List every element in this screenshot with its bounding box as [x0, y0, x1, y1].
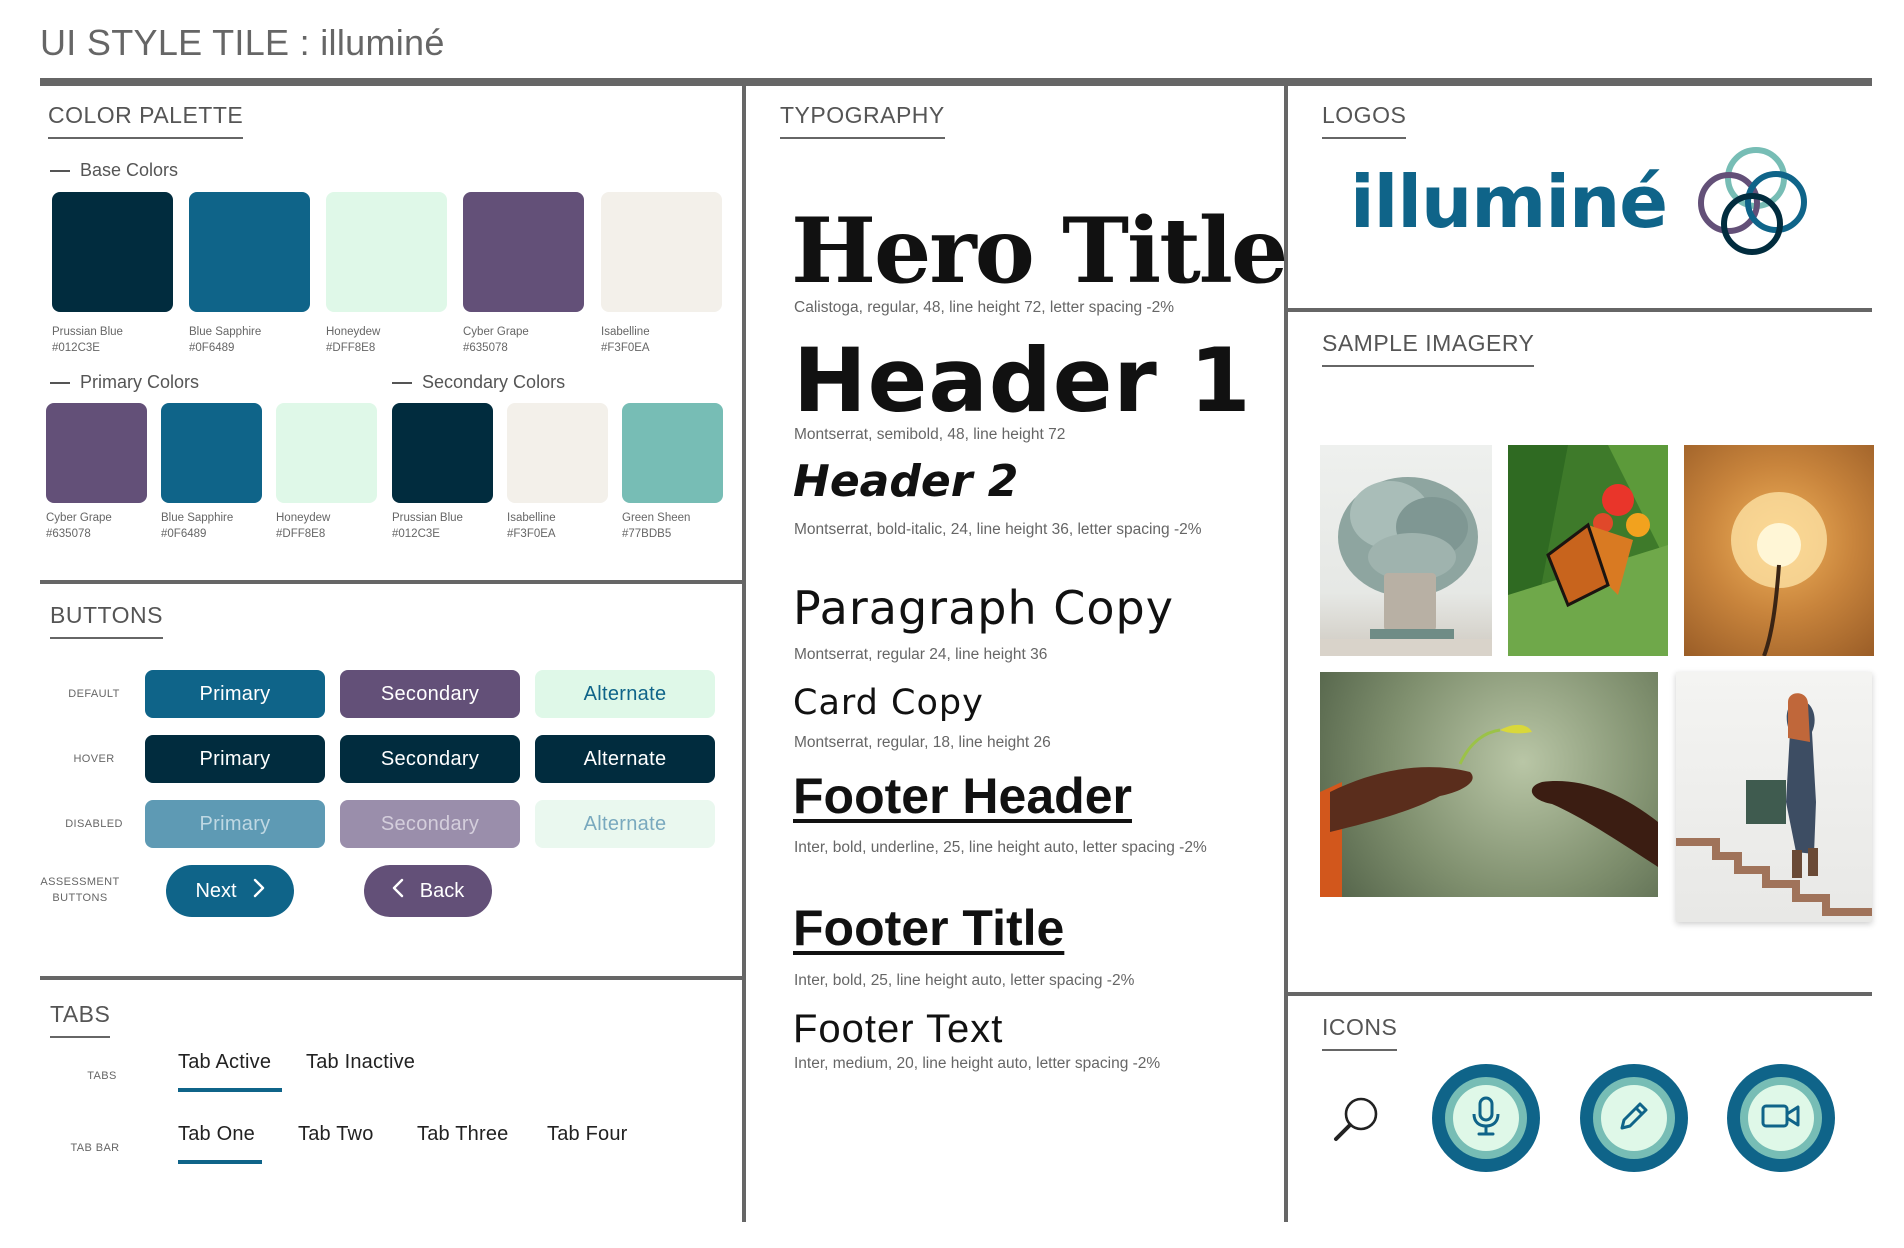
header-1-desc: Montserrat, semibold, 48, line height 72: [794, 426, 1066, 443]
swatch-label: Honeydew #DFF8E8: [326, 326, 381, 354]
chevron-left-icon: [392, 878, 404, 904]
row-divider-logos: [1288, 308, 1872, 312]
footer-title-desc: Inter, bold, 25, line height auto, lette…: [794, 972, 1135, 989]
primary-button-disabled: Primary: [145, 800, 325, 848]
hero-title-desc: Calistoga, regular, 48, line height 72, …: [794, 299, 1174, 316]
tab-one-indicator: [178, 1160, 262, 1164]
footer-header-sample: Footer Header: [793, 768, 1132, 824]
swatch-blue-sapphire: [161, 403, 262, 503]
pencil-icon: [1616, 1098, 1652, 1139]
search-icon[interactable]: [1330, 1094, 1382, 1146]
dandelion-photo: [1684, 445, 1874, 656]
title-divider: [40, 78, 1872, 86]
secondary-colors-heading: Secondary Colors: [392, 372, 565, 393]
logo-wordmark: illuminé: [1350, 160, 1668, 244]
hands-photo: [1320, 672, 1658, 897]
section-title-buttons: BUTTONS: [50, 602, 163, 639]
section-title-color-palette: COLOR PALETTE: [48, 102, 244, 139]
footer-title-sample: Footer Title: [793, 900, 1065, 956]
paragraph-copy-desc: Montserrat, regular 24, line height 36: [794, 646, 1048, 663]
section-title-tabs: TABS: [50, 1001, 111, 1038]
header-2-desc: Montserrat, bold-italic, 24, line height…: [794, 521, 1202, 538]
swatch-green-sheen: [622, 403, 723, 503]
row-divider-imagery: [1288, 992, 1872, 996]
section-title-sample-imagery: SAMPLE IMAGERY: [1322, 330, 1535, 367]
swatch-label: Blue Sapphire #0F6489: [161, 512, 234, 540]
next-label: Next: [195, 879, 237, 902]
tabs-row-label: TABS: [87, 1070, 117, 1082]
base-colors-heading: Base Colors: [50, 160, 178, 181]
tab-active-indicator: [178, 1088, 282, 1092]
swatch-prussian-blue: [52, 192, 173, 312]
tab-inactive[interactable]: Tab Inactive: [306, 1051, 415, 1074]
section-title-typography: TYPOGRAPHY: [780, 102, 945, 139]
swatch-prussian-blue: [392, 403, 493, 503]
row-divider-palette: [40, 580, 742, 584]
swatch-label: Blue Sapphire #0F6489: [189, 326, 262, 354]
state-label-assessment: ASSESSMENT BUTTONS: [40, 876, 120, 904]
tab-active[interactable]: Tab Active: [178, 1051, 271, 1074]
woman-photo: [1676, 672, 1872, 922]
video-camera-button[interactable]: [1727, 1064, 1835, 1172]
back-label: Back: [419, 879, 465, 902]
state-label-disabled: DISABLED: [65, 818, 123, 830]
primary-button-hover[interactable]: Primary: [145, 735, 325, 783]
alternate-button-default[interactable]: Alternate: [535, 670, 715, 718]
next-button[interactable]: Next: [166, 865, 294, 917]
swatch-honeydew: [326, 192, 447, 312]
logo-mark: [1694, 140, 1814, 258]
video-camera-icon: [1761, 1102, 1801, 1135]
secondary-button-default[interactable]: Secondary: [340, 670, 520, 718]
card-copy-desc: Montserrat, regular, 18, line height 26: [794, 734, 1051, 751]
swatch-isabelline: [507, 403, 608, 503]
state-label-default: DEFAULT: [68, 688, 120, 700]
tab-two[interactable]: Tab Two: [298, 1123, 374, 1146]
pencil-button[interactable]: [1580, 1064, 1688, 1172]
hero-title-sample: Hero Title: [791, 198, 1288, 304]
swatch-cyber-grape: [46, 403, 147, 503]
plant-photo: [1320, 445, 1492, 656]
swatch-label: Prussian Blue #012C3E: [52, 326, 123, 354]
swatch-honeydew: [276, 403, 377, 503]
secondary-button-disabled: Secondary: [340, 800, 520, 848]
row-divider-buttons: [40, 976, 742, 980]
tab-one[interactable]: Tab One: [178, 1123, 255, 1146]
microphone-icon: [1469, 1096, 1503, 1141]
swatch-blue-sapphire: [189, 192, 310, 312]
card-copy-sample: Card Copy: [793, 683, 984, 723]
swatch-isabelline: [601, 192, 722, 312]
alternate-button-disabled: Alternate: [535, 800, 715, 848]
swatch-label: Cyber Grape #635078: [46, 512, 112, 540]
primary-colors-heading: Primary Colors: [50, 372, 199, 393]
tab-three[interactable]: Tab Three: [417, 1123, 509, 1146]
swatch-label: Isabelline #F3F0EA: [507, 512, 556, 540]
swatch-label: Isabelline #F3F0EA: [601, 326, 650, 354]
section-title-logos: LOGOS: [1322, 102, 1407, 139]
footer-header-desc: Inter, bold, underline, 25, line height …: [794, 839, 1207, 856]
swatch-label: Honeydew #DFF8E8: [276, 512, 331, 540]
header-2-sample: Header 2: [793, 456, 1019, 507]
column-divider-left: [742, 86, 746, 1222]
page-title: UI STYLE TILE : illuminé: [40, 22, 445, 63]
alternate-button-hover[interactable]: Alternate: [535, 735, 715, 783]
swatch-label: Prussian Blue #012C3E: [392, 512, 463, 540]
chevron-right-icon: [253, 878, 265, 904]
footer-text-sample: Footer Text: [793, 1007, 1004, 1051]
swatch-cyber-grape: [463, 192, 584, 312]
tab-bar-row-label: TAB BAR: [70, 1142, 120, 1154]
state-label-hover: HOVER: [73, 753, 115, 765]
swatch-label: Green Sheen #77BDB5: [622, 512, 691, 540]
secondary-button-hover[interactable]: Secondary: [340, 735, 520, 783]
primary-button-default[interactable]: Primary: [145, 670, 325, 718]
section-title-icons: ICONS: [1322, 1014, 1398, 1051]
paragraph-copy-sample: Paragraph Copy: [793, 581, 1174, 635]
header-1-sample: Header 1: [793, 329, 1252, 432]
butterfly-photo: [1508, 445, 1668, 656]
swatch-label: Cyber Grape #635078: [463, 326, 529, 354]
microphone-button[interactable]: [1432, 1064, 1540, 1172]
tab-four[interactable]: Tab Four: [547, 1123, 628, 1146]
footer-text-desc: Inter, medium, 20, line height auto, let…: [794, 1055, 1161, 1072]
back-button[interactable]: Back: [364, 865, 492, 917]
